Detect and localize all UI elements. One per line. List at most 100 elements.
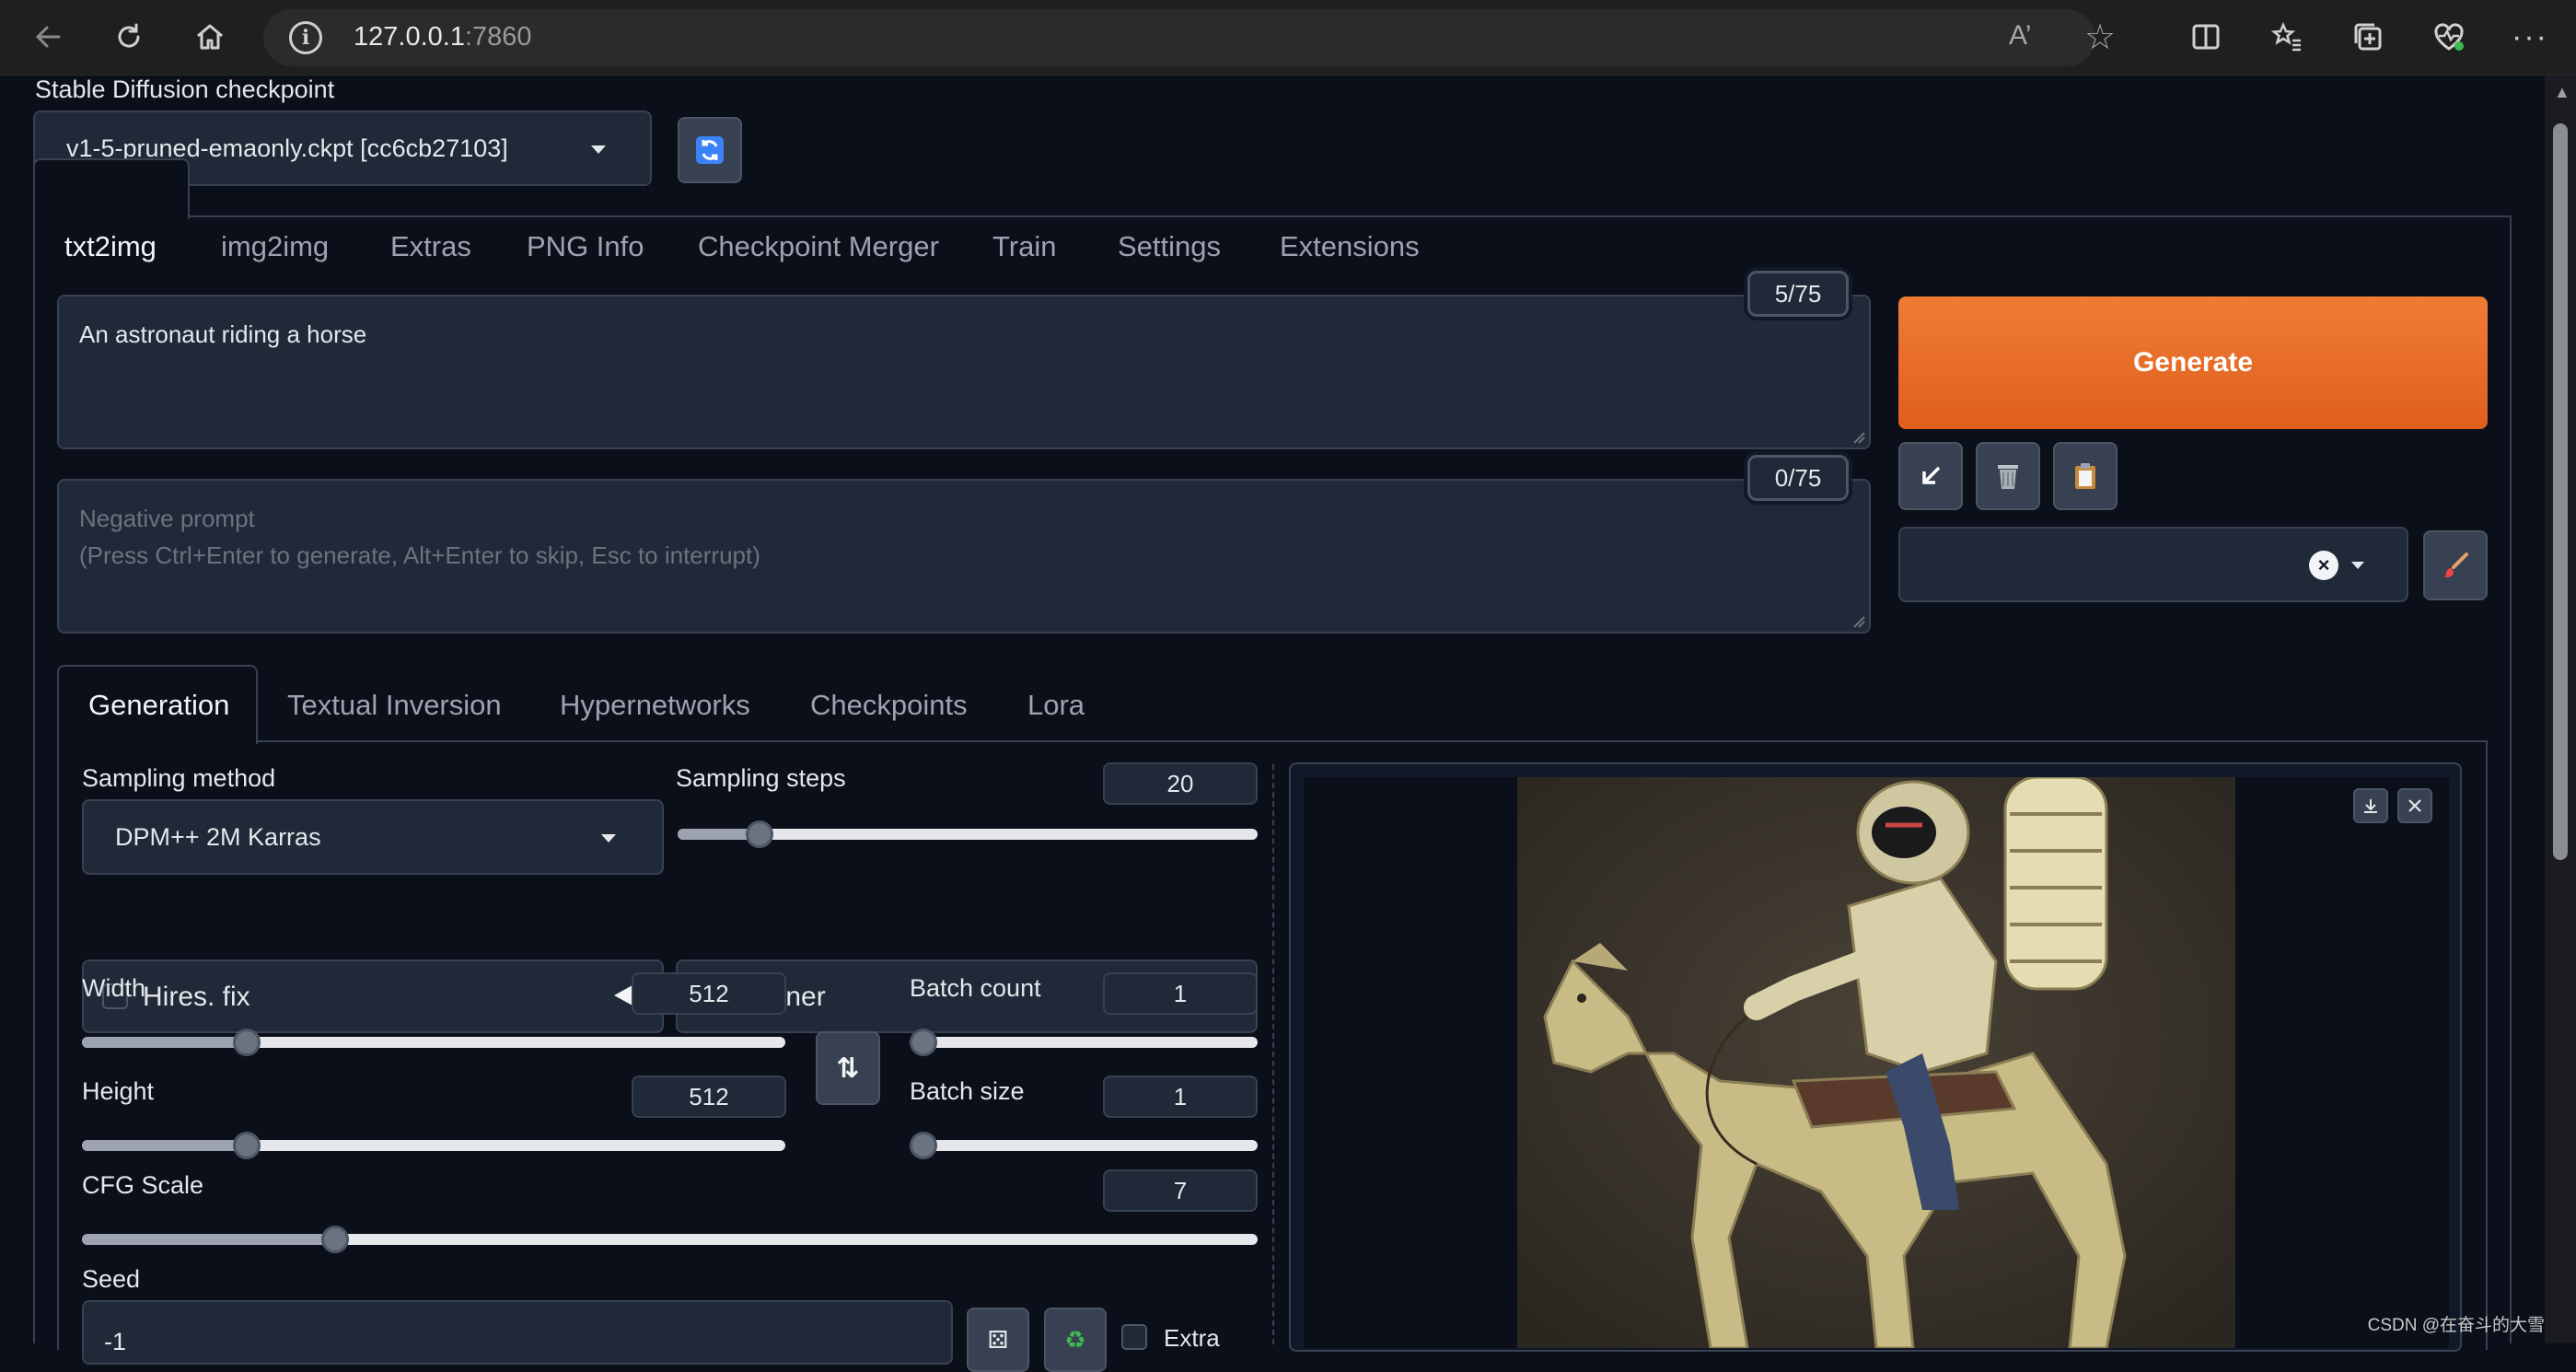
tab-extensions[interactable]: Extensions: [1280, 230, 1420, 263]
batch-count-input[interactable]: 1: [1103, 972, 1258, 1015]
chevron-down-icon: [601, 834, 616, 843]
slider-knob[interactable]: [233, 1029, 261, 1056]
generated-image[interactable]: [1517, 777, 2235, 1348]
close-image-button[interactable]: [2397, 788, 2432, 823]
recycle-icon: ♻: [1064, 1325, 1086, 1354]
collections-icon[interactable]: [2346, 15, 2390, 59]
sampling-steps-slider[interactable]: [678, 820, 1258, 848]
swap-dimensions-button[interactable]: ⇅: [816, 1031, 880, 1105]
tab-img2img[interactable]: img2img: [221, 230, 329, 263]
chevron-down-icon: [2351, 562, 2364, 569]
refresh-icon[interactable]: [107, 15, 151, 59]
column-divider: [1272, 764, 1274, 1344]
arrow-down-left-icon: [1922, 466, 1941, 484]
checkpoint-label: Stable Diffusion checkpoint: [35, 76, 335, 103]
tab-checkpoint-merger[interactable]: Checkpoint Merger: [698, 230, 939, 263]
subtab-generation[interactable]: Generation: [88, 689, 229, 722]
paste-styles-button[interactable]: [2053, 442, 2118, 510]
slider-knob[interactable]: [321, 1226, 349, 1253]
read-params-button[interactable]: [1898, 442, 1963, 510]
sampling-steps-input[interactable]: 20: [1103, 762, 1258, 805]
refresh-checkpoint-button[interactable]: [678, 117, 742, 183]
read-aloud-icon[interactable]: A’: [2009, 20, 2031, 52]
address-bar[interactable]: i 127.0.0.1:7860 A’ ☆: [263, 9, 2116, 66]
width-slider[interactable]: [82, 1029, 785, 1056]
styles-dropdown[interactable]: ×: [1898, 527, 2408, 602]
tab-box-active: [33, 158, 190, 219]
prompt-textarea[interactable]: An astronaut riding a horse: [57, 295, 1871, 449]
back-arrow-icon[interactable]: [26, 15, 70, 59]
slider-knob[interactable]: [233, 1132, 261, 1159]
negative-prompt-token-counter: 0/75: [1747, 455, 1849, 501]
sampling-method-dropdown[interactable]: DPM++ 2M Karras: [82, 799, 664, 875]
info-icon[interactable]: i: [289, 21, 322, 54]
tab-png-info[interactable]: PNG Info: [527, 230, 644, 263]
height-label: Height: [82, 1077, 155, 1105]
resize-handle-icon[interactable]: [1852, 431, 1865, 444]
seed-label: Seed: [82, 1265, 141, 1293]
output-gallery: [1289, 762, 2462, 1352]
scrollbar-thumb[interactable]: [2553, 123, 2568, 860]
clear-prompt-button[interactable]: [1976, 442, 2040, 510]
height-input[interactable]: 512: [632, 1076, 786, 1118]
extra-seed-checkbox[interactable]: [1121, 1324, 1147, 1350]
url-text: 127.0.0.1:7860: [354, 22, 532, 52]
random-seed-button[interactable]: ⚄: [967, 1308, 1029, 1372]
subtab-lora[interactable]: Lora: [1027, 689, 1085, 722]
hires-fix-accordion[interactable]: Hires. fix: [82, 959, 664, 1033]
negative-prompt-textarea[interactable]: Negative prompt (Press Ctrl+Enter to gen…: [57, 479, 1871, 634]
negative-prompt-placeholder-2: (Press Ctrl+Enter to generate, Alt+Enter…: [79, 541, 760, 569]
slider-knob[interactable]: [910, 1029, 937, 1056]
subtab-textual-inversion[interactable]: Textual Inversion: [287, 689, 502, 722]
batch-count-slider[interactable]: [910, 1029, 1258, 1056]
tab-txt2img[interactable]: txt2img: [64, 230, 157, 263]
seed-input[interactable]: -1: [82, 1300, 953, 1365]
collapse-triangle-icon: [614, 985, 632, 1006]
slider-fill: [82, 1234, 340, 1245]
sampling-method-label: Sampling method: [82, 764, 276, 792]
slider-knob[interactable]: [746, 820, 773, 848]
cfg-scale-input[interactable]: 7: [1103, 1169, 1258, 1212]
download-icon: [2364, 799, 2377, 813]
prompt-text: An astronaut riding a horse: [79, 320, 367, 348]
clear-x-icon[interactable]: ×: [2309, 551, 2338, 580]
paintbrush-icon: [2443, 552, 2468, 577]
browser-essentials-icon[interactable]: [2427, 15, 2471, 59]
home-icon[interactable]: [188, 15, 232, 59]
batch-count-label: Batch count: [910, 974, 1041, 1002]
cfg-scale-slider[interactable]: [82, 1226, 1258, 1253]
height-slider[interactable]: [82, 1132, 785, 1159]
batch-size-input[interactable]: 1: [1103, 1076, 1258, 1118]
edit-styles-button[interactable]: [2423, 530, 2488, 600]
hires-fix-label: Hires. fix: [143, 982, 250, 1012]
reuse-seed-button[interactable]: ♻: [1044, 1308, 1107, 1372]
slider-fill: [82, 1140, 248, 1151]
tab-settings[interactable]: Settings: [1118, 230, 1221, 263]
split-screen-icon[interactable]: [2184, 15, 2228, 59]
batch-size-slider[interactable]: [910, 1132, 1258, 1159]
astronaut-horse-image: [1517, 777, 2235, 1348]
refresh-icon: [696, 136, 724, 164]
scroll-up-arrow-icon[interactable]: ▲: [2554, 83, 2570, 102]
generate-button[interactable]: Generate: [1898, 296, 2488, 429]
download-image-button[interactable]: [2353, 788, 2388, 823]
negative-prompt-placeholder-1: Negative prompt: [79, 505, 255, 532]
subtab-checkpoints[interactable]: Checkpoints: [810, 689, 968, 722]
width-input[interactable]: 512: [632, 972, 786, 1015]
close-icon: [2408, 799, 2421, 812]
width-label: Width: [82, 974, 146, 1002]
swap-arrows-icon: ⇅: [836, 1052, 860, 1084]
clipboard-icon: [2075, 463, 2095, 489]
tab-train[interactable]: Train: [992, 230, 1056, 263]
favorite-star-icon[interactable]: ☆: [2084, 17, 2116, 58]
tab-extras[interactable]: Extras: [390, 230, 471, 263]
page-scrollbar[interactable]: ▲: [2545, 76, 2576, 1343]
trash-icon: [1998, 465, 2018, 489]
subtab-hypernetworks[interactable]: Hypernetworks: [560, 689, 750, 722]
sampling-method-value: DPM++ 2M Karras: [115, 823, 321, 851]
resize-handle-icon[interactable]: [1852, 615, 1865, 628]
chevron-down-icon: [591, 145, 606, 154]
favorites-icon[interactable]: [2265, 15, 2309, 59]
slider-knob[interactable]: [910, 1132, 937, 1159]
more-menu-icon[interactable]: ···: [2508, 15, 2552, 59]
